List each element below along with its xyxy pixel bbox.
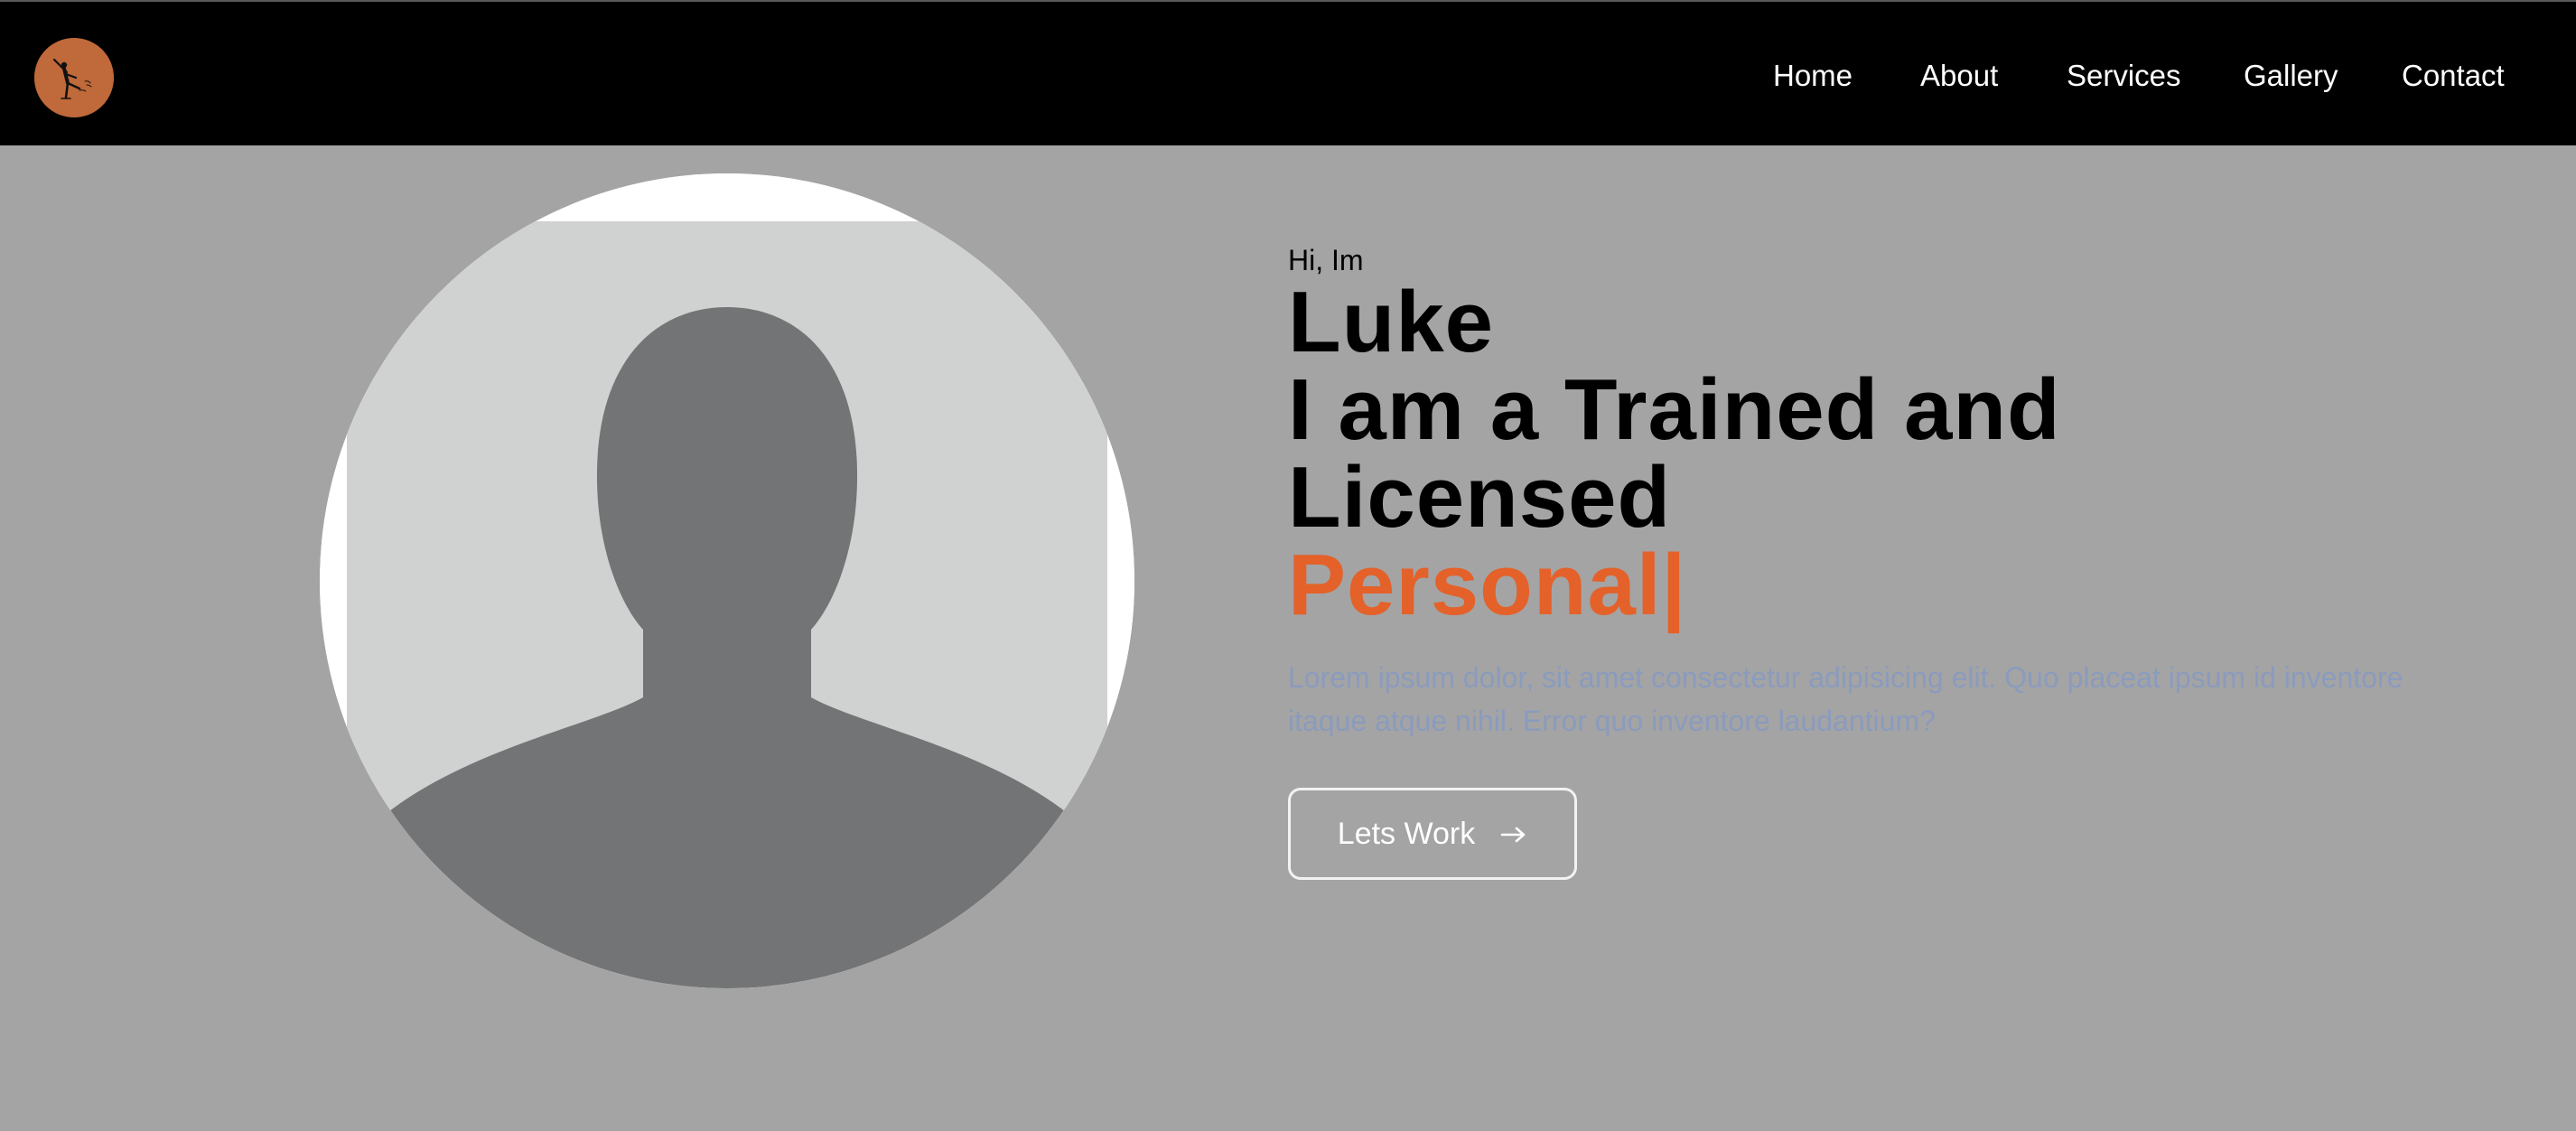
hero-headline-line1: I am a Trained and <box>1288 361 2061 458</box>
arrow-right-icon <box>1500 817 1527 852</box>
hero-headline-line2: Licensed <box>1288 449 1672 546</box>
hero-description: Lorem ipsum dolor, sit amet consectetur … <box>1288 661 2403 737</box>
navbar: Home About Services Gallery Contact <box>0 2 2576 145</box>
hero-name: Luke <box>1288 274 1495 370</box>
hero-heading: Luke I am a Trained and Licensed Persona… <box>1288 278 2061 629</box>
nav-contact-link[interactable]: Contact <box>2402 58 2505 94</box>
dancer-logo-icon[interactable] <box>34 38 114 117</box>
typed-word: Personal| <box>1288 537 1687 633</box>
lets-work-label: Lets Work <box>1337 816 1476 851</box>
greeting-text: Hi, Im <box>1288 244 1364 276</box>
nav-services-link[interactable]: Services <box>2067 58 2181 94</box>
nav-about-link[interactable]: About <box>1920 58 1998 94</box>
nav-gallery-link[interactable]: Gallery <box>2244 58 2338 94</box>
lets-work-button[interactable]: Lets Work <box>1288 788 1577 880</box>
profile-placeholder-icon <box>320 173 1134 988</box>
nav-home-link[interactable]: Home <box>1773 58 1853 94</box>
